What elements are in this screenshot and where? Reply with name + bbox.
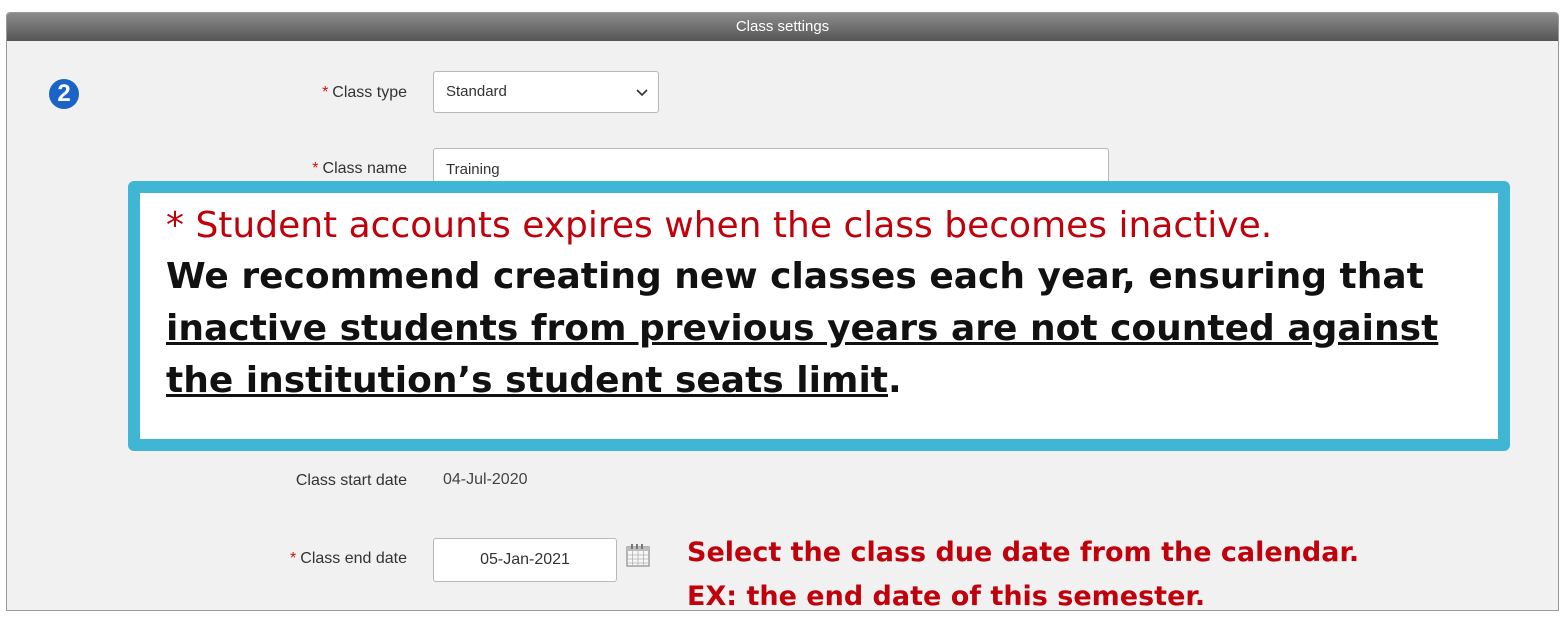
required-marker: * xyxy=(322,84,329,101)
step-badge: 2 xyxy=(49,79,79,109)
callout-underlined-text: inactive students from previous years ar… xyxy=(166,308,1439,401)
callout-warning-text: * Student accounts expires when the clas… xyxy=(166,205,1273,246)
class-name-label: * Class name xyxy=(312,160,407,177)
info-callout: * Student accounts expires when the clas… xyxy=(128,181,1510,451)
calendar-note: Select the class due date from the calen… xyxy=(687,531,1360,611)
panel-header: Class settings xyxy=(7,13,1558,41)
calendar-note-line2: EX: the end date of this semester. xyxy=(687,581,1206,611)
required-marker: * xyxy=(290,550,297,567)
calendar-icon[interactable] xyxy=(625,542,651,568)
class-end-date-label: * Class end date xyxy=(290,550,407,567)
class-type-label: * Class type xyxy=(322,84,407,101)
class-start-date-value: 04-Jul-2020 xyxy=(443,471,528,488)
class-end-date-input[interactable]: 05-Jan-2021 xyxy=(433,538,617,582)
callout-recommendation-text: We recommend creating new classes each y… xyxy=(166,256,1439,401)
chevron-down-icon xyxy=(636,72,648,128)
calendar-note-line1: Select the class due date from the calen… xyxy=(687,537,1360,568)
class-type-value: Standard xyxy=(446,83,507,100)
required-marker: * xyxy=(312,160,319,177)
class-start-date-label: Class start date xyxy=(295,472,407,489)
class-type-select[interactable]: Standard xyxy=(433,71,659,113)
